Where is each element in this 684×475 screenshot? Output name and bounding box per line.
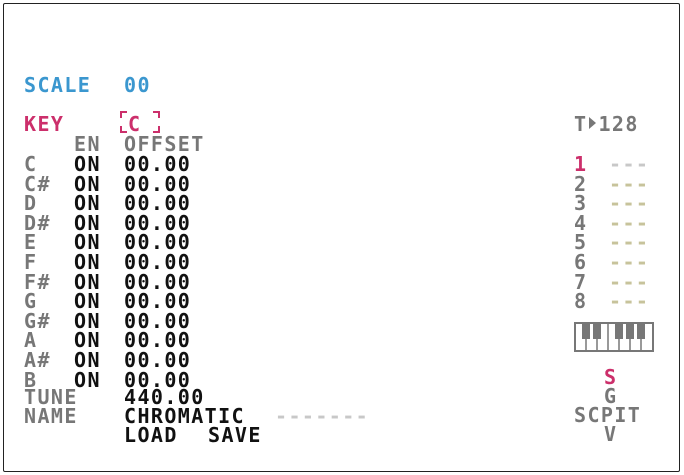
column-en-header: EN: [74, 132, 101, 156]
note-enable-toggle[interactable]: ON: [74, 154, 101, 174]
keyboard-icon[interactable]: [574, 322, 654, 352]
scale-label: SCALE: [24, 73, 92, 97]
track-number[interactable]: 6: [574, 252, 587, 272]
note-enable-toggle[interactable]: ON: [74, 252, 101, 272]
note-offset-value[interactable]: 00.00: [124, 154, 191, 174]
name-filler: -------: [275, 404, 370, 428]
scale-number[interactable]: 00: [124, 75, 151, 95]
key-label: KEY: [24, 112, 65, 136]
key-value[interactable]: C: [128, 114, 141, 134]
play-icon: [589, 117, 597, 129]
note-enable-toggle[interactable]: ON: [74, 350, 101, 370]
track-pattern-dashes: ---: [609, 152, 650, 176]
track-pattern-dashes: ---: [609, 289, 650, 314]
load-button[interactable]: LOAD: [124, 425, 178, 445]
column-offset-header: OFFSET: [124, 132, 205, 156]
note-offset-value[interactable]: 00.00: [124, 252, 191, 272]
note-name: F: [24, 250, 38, 274]
track-number[interactable]: 8: [574, 291, 587, 311]
note-name: C: [24, 152, 38, 176]
tempo-prefix: T: [574, 112, 588, 136]
screen-v-indicator: V: [604, 422, 618, 446]
note-enable-toggle[interactable]: ON: [74, 370, 101, 390]
track-pattern-dashes: ---: [609, 250, 650, 274]
name-label: NAME: [24, 404, 78, 428]
note-name: A#: [24, 348, 51, 372]
save-button[interactable]: SAVE: [208, 425, 262, 445]
tempo-display[interactable]: T 128: [574, 114, 639, 134]
track-number[interactable]: 1: [574, 154, 587, 174]
tempo-value: 128: [598, 112, 639, 136]
note-offset-value[interactable]: 00.00: [124, 350, 191, 370]
